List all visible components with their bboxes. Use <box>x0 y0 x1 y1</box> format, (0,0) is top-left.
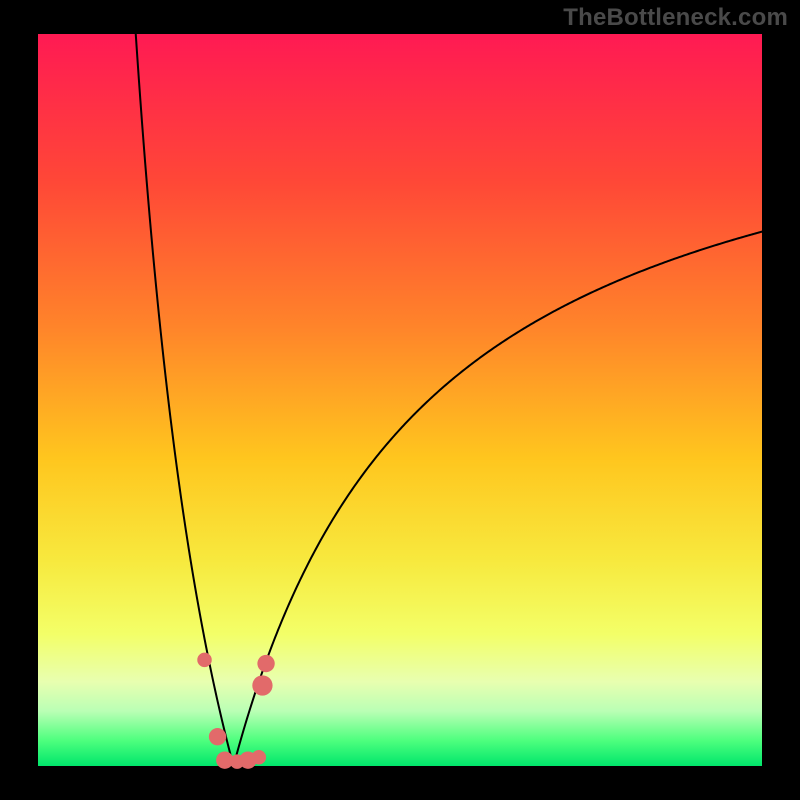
curve-marker <box>257 655 274 672</box>
bottleneck-chart <box>0 0 800 800</box>
gradient-background <box>38 34 762 766</box>
watermark-text: TheBottleneck.com <box>563 4 788 32</box>
curve-marker <box>252 750 266 764</box>
curve-marker <box>197 653 211 667</box>
curve-marker <box>252 675 272 695</box>
curve-marker <box>209 728 226 745</box>
chart-stage: TheBottleneck.com <box>0 0 800 800</box>
